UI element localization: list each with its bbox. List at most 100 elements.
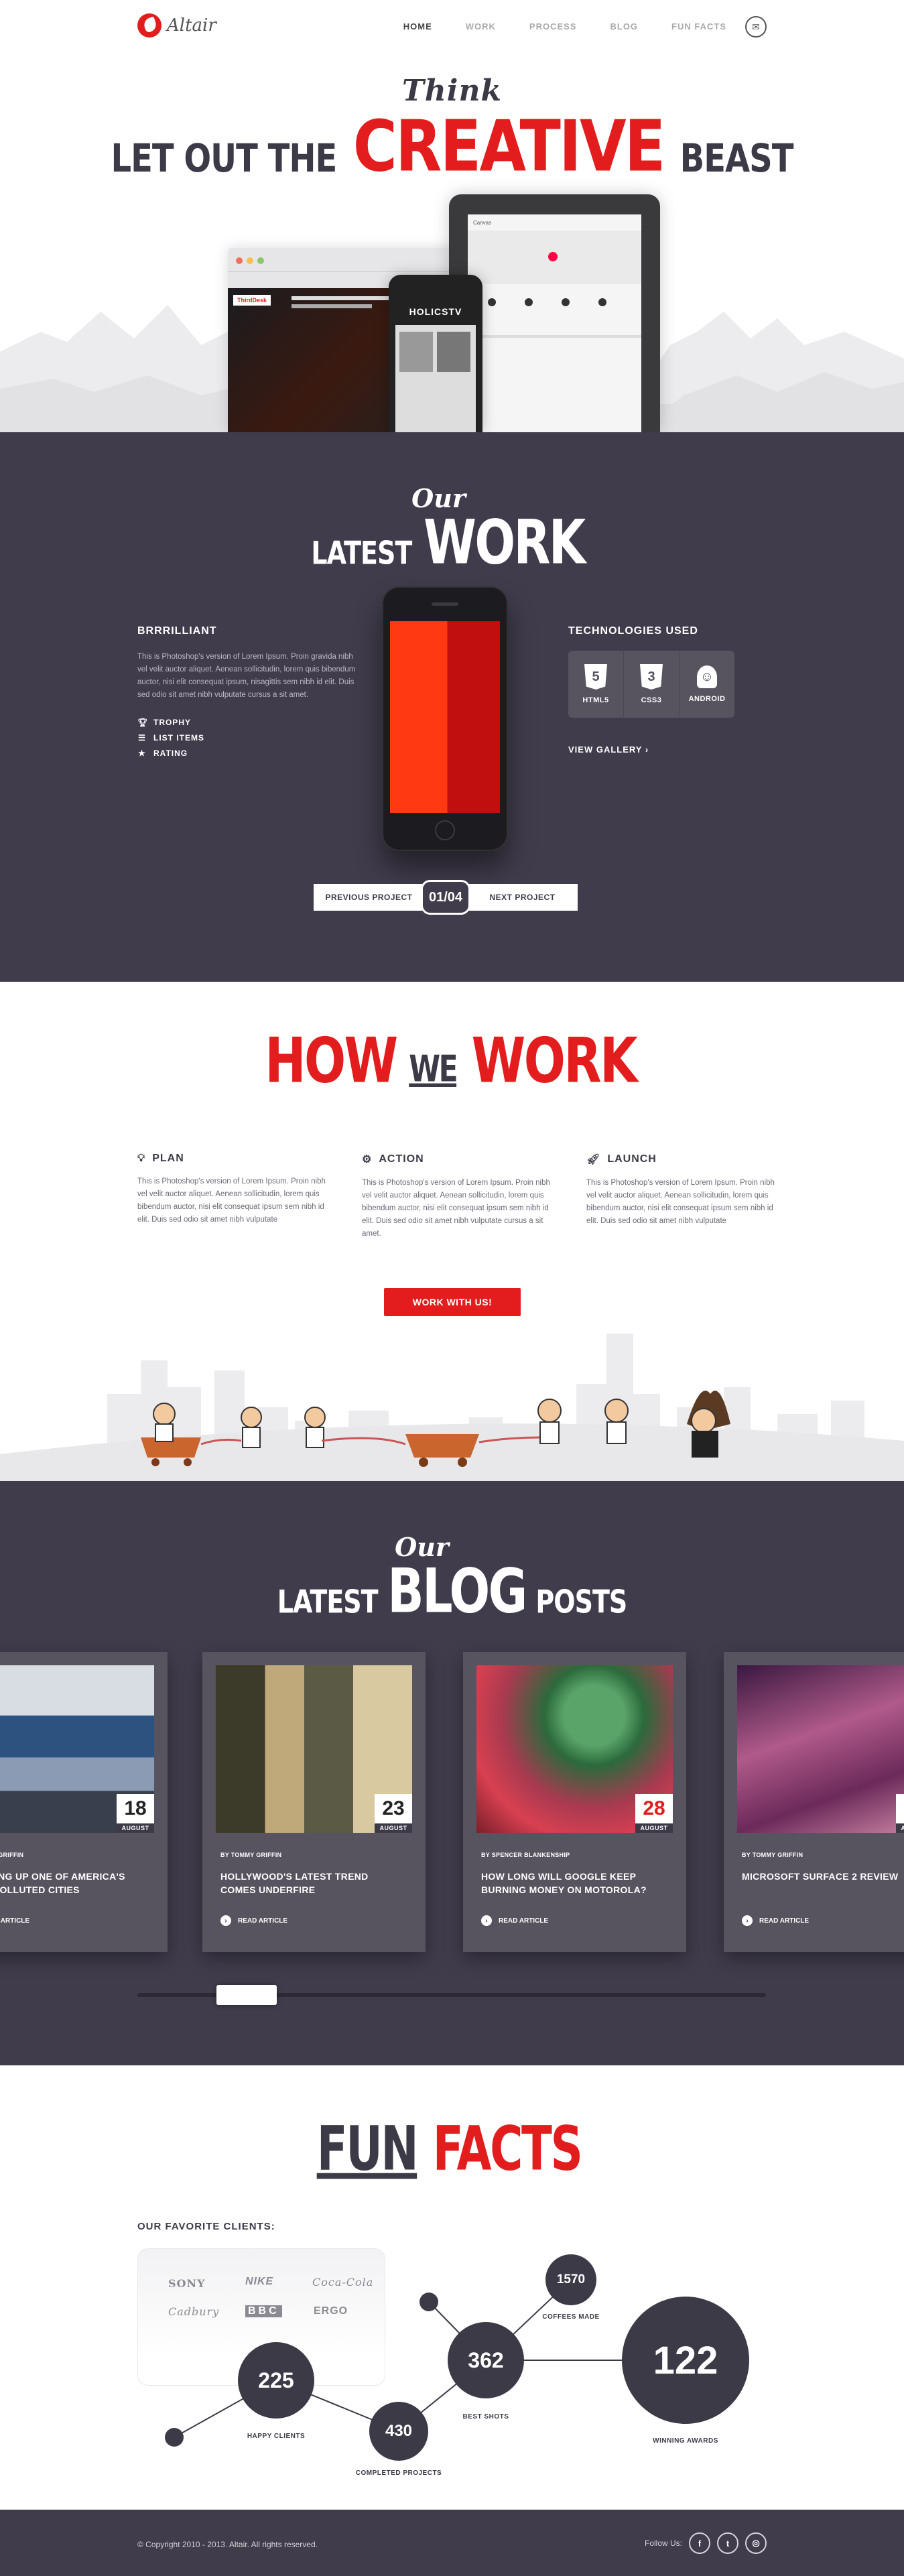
- social-links: Follow Us: f t ◎: [645, 2532, 767, 2554]
- project-counter: 01/04: [421, 880, 470, 915]
- site-footer: © Copyright 2010 - 2013. Altair. All rig…: [0, 2510, 904, 2576]
- post-author: BY SPENCER BLANKENSHIP: [481, 1852, 570, 1858]
- blog-title-big: BLOG: [387, 1555, 527, 1626]
- feature-item: ☰ LIST ITEMS: [138, 733, 204, 743]
- read-article-link[interactable]: ›READ ARTICLE: [481, 1915, 548, 1926]
- mail-button[interactable]: ✉: [745, 16, 767, 38]
- nav-work[interactable]: WORK: [466, 21, 496, 31]
- star-icon: ★: [138, 749, 146, 758]
- site-header: Altair HOME WORK PROCESS BLOG FUN FACTS …: [0, 0, 904, 54]
- blog-title-small: LATEST: [277, 1583, 379, 1620]
- phone-mockup: HOLICSTV: [389, 275, 482, 432]
- tech-heading: TECHNOLOGIES USED: [568, 625, 698, 637]
- process-steps: 💡︎ PLAN This is Photoshop's version of Lo…: [137, 1153, 781, 1240]
- tech-android[interactable]: ☺ ANDROID: [680, 651, 734, 718]
- work-section: Our LATEST WORK BRRRILLIANT This is Phot…: [0, 432, 904, 982]
- step-action: ⚙ ACTION This is Photoshop's version of L…: [362, 1153, 556, 1240]
- read-article-link[interactable]: ›READ ARTICLE: [0, 1915, 29, 1926]
- stat-happy-clients: 225: [238, 2342, 314, 2419]
- process-section: HOW WE WORK 💡︎ PLAN This is Photoshop's v…: [0, 982, 904, 1481]
- post-date: 28 AUGUST: [635, 1794, 673, 1833]
- hero-line-start: LET OUT THE: [111, 136, 338, 182]
- arrow-right-icon: ›: [220, 1915, 231, 1926]
- view-gallery-link[interactable]: VIEW GALLERY ›: [568, 745, 769, 755]
- follow-label: Follow Us:: [644, 2538, 682, 2548]
- hero-section: Think LET OUT THE CREATIVE BEAST ThirdDe…: [0, 54, 904, 432]
- twitter-icon[interactable]: t: [717, 2532, 738, 2554]
- home-button-icon: [435, 820, 455, 840]
- process-title-mid: WE: [409, 1047, 458, 1090]
- css3-icon: 3: [640, 664, 663, 690]
- read-article-link[interactable]: ›READ ARTICLE: [220, 1915, 287, 1926]
- post-title[interactable]: SPEEDING UP ONE OF AMERICA'S MOST POLLUT…: [0, 1870, 143, 1896]
- nav-fun-facts[interactable]: FUN FACTS: [671, 21, 726, 31]
- carousel-scrollbar[interactable]: [137, 1985, 766, 2005]
- project-pager: PREVIOUS PROJECT NEXT PROJECT 01/04: [314, 880, 578, 915]
- post-author: BY TOMMY GRIFFIN: [742, 1852, 803, 1858]
- copyright-text: © Copyright 2010 - 2013. Altair. All rig…: [137, 2540, 318, 2549]
- browser-site-logo: ThirdDesk: [233, 295, 271, 306]
- phone-site-logo: HOLICSTV: [395, 298, 476, 325]
- stat-completed-projects: 430: [369, 2402, 428, 2461]
- featured-phone-mockup: [382, 586, 508, 851]
- stat-label: COMPLETED PROJECTS: [355, 2469, 442, 2477]
- feature-list: 🏆︎ TROPHY ☰ LIST ITEMS ★ RATING: [137, 718, 359, 758]
- post-title[interactable]: MICROSOFT SURFACE 2 REVIEW: [742, 1870, 904, 1883]
- tablet-screen: Canvas: [468, 214, 641, 432]
- previous-project-button[interactable]: PREVIOUS PROJECT: [314, 884, 424, 911]
- work-title-big: WORK: [423, 507, 586, 578]
- post-title[interactable]: HOLLYWOOD'S LATEST TREND COMES UNDERFIRE: [220, 1870, 401, 1896]
- blog-card[interactable]: 28 AUGUST BY SPENCER BLANKENSHIP HOW LONG…: [463, 1652, 686, 1952]
- logo[interactable]: Altair: [137, 13, 216, 38]
- carousel-scroll-thumb[interactable]: [216, 1985, 277, 2005]
- facebook-icon[interactable]: f: [689, 2532, 710, 2554]
- logo-text: Altair: [167, 15, 216, 36]
- html5-icon: 5: [584, 664, 607, 690]
- android-icon: ☺: [697, 665, 717, 688]
- blog-card[interactable]: 18AUGUST BY TOMMY GRIFFIN SPEEDING UP ON…: [0, 1652, 168, 1952]
- hero-line-big: CREATIVE: [352, 105, 666, 188]
- nav-home[interactable]: HOME: [403, 21, 432, 31]
- trophy-icon: 🏆︎: [137, 718, 149, 727]
- step-text: This is Photoshop's version of Lorem Ips…: [586, 1179, 775, 1225]
- nav-blog[interactable]: BLOG: [610, 21, 638, 31]
- hero-headline: LET OUT THE CREATIVE BEAST: [0, 105, 904, 188]
- next-project-button[interactable]: NEXT PROJECT: [467, 884, 578, 911]
- hero-script: Think: [402, 74, 502, 108]
- work-title: Our LATEST WORK: [0, 483, 904, 578]
- blog-title: Our LATEST BLOG POSTS: [0, 1532, 904, 1626]
- stat-label: WINNING AWARDS: [653, 2437, 718, 2445]
- tablet-site-logo: Canvas: [473, 220, 492, 226]
- technologies-panel: TECHNOLOGIES USED 5 HTML5 3 CSS3 ☺ ANDROID …: [568, 625, 769, 755]
- blog-section: Our LATEST BLOG POSTS 18AUGUST BY TOMMY …: [0, 1481, 904, 2065]
- tech-html5[interactable]: 5 HTML5: [568, 651, 624, 718]
- post-date: 18 AUGUST: [117, 1794, 154, 1833]
- blog-carousel: 18AUGUST BY TOMMY GRIFFIN SPEEDING UP ON…: [0, 1652, 904, 1967]
- post-author: BY TOMMY GRIFFIN: [0, 1852, 24, 1858]
- city-illustration: [0, 1334, 904, 1481]
- main-nav: HOME WORK PROCESS BLOG FUN FACTS: [370, 21, 726, 31]
- step-plan: 💡︎ PLAN This is Photoshop's version of Lo…: [137, 1153, 332, 1240]
- post-title[interactable]: HOW LONG WILL GOOGLE KEEP BURNING MONEY …: [481, 1870, 662, 1896]
- eagle-logo-icon: [137, 13, 162, 38]
- stat-best-shots: 362: [448, 2322, 524, 2398]
- read-article-link[interactable]: ›READ ARTICLE: [742, 1915, 809, 1926]
- blog-card[interactable]: 2AUGUST BY TOMMY GRIFFIN MICROSOFT SURFA…: [724, 1652, 904, 1952]
- nav-process[interactable]: PROCESS: [529, 21, 577, 31]
- stat-winning-awards: 122: [622, 2297, 749, 2424]
- process-title-right: WORK: [471, 1025, 637, 1097]
- fun-facts-section: FUN FACTS OUR FAVORITE CLIENTS: SONY NIK…: [0, 2065, 904, 2510]
- project-details: BRRRILLIANT This is Photoshop's version …: [137, 625, 359, 764]
- post-date: 2AUGUST: [896, 1794, 904, 1833]
- chevron-right-icon: ›: [645, 745, 649, 755]
- tech-css3[interactable]: 3 CSS3: [624, 651, 680, 718]
- step-text: This is Photoshop's version of Lorem Ips…: [137, 1177, 326, 1224]
- dribbble-icon[interactable]: ◎: [745, 2532, 767, 2554]
- project-name: BRRRILLIANT: [137, 625, 217, 637]
- hero-line-end: BEAST: [680, 136, 794, 182]
- stat-label: COFFEES MADE: [542, 2313, 600, 2321]
- work-title-small: LATEST: [311, 534, 412, 572]
- blog-card[interactable]: 23 AUGUST BY TOMMY GRIFFIN HOLLYWOOD'S LA…: [202, 1652, 426, 1952]
- post-author: BY TOMMY GRIFFIN: [220, 1852, 282, 1858]
- feature-item: ★ RATING: [138, 749, 188, 758]
